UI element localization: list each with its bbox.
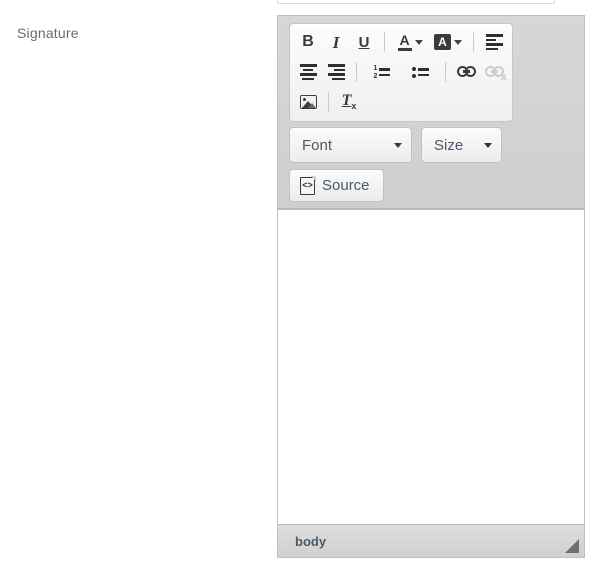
numbered-list-markers: 1 2 — [373, 64, 378, 80]
field-above-partial[interactable] — [277, 0, 555, 4]
bold-icon: B — [302, 33, 314, 50]
source-code-icon: <> — [300, 176, 316, 195]
align-center-button[interactable] — [294, 59, 322, 85]
underline-button[interactable]: U — [350, 29, 378, 55]
image-button[interactable] — [294, 89, 322, 115]
unlink-icon: x — [484, 66, 507, 83]
toolbar-combo-row: Font Size — [278, 127, 584, 163]
toolbar-source-row: <> Source — [278, 169, 584, 202]
toolbar-row-2: 1 2 x — [294, 57, 508, 87]
bulleted-list-icon — [411, 66, 429, 78]
unlink-button: x — [480, 59, 508, 85]
chevron-down-icon — [454, 39, 462, 45]
resize-grip-handle[interactable] — [565, 539, 579, 553]
toolbar-separator — [356, 62, 357, 82]
bold-button[interactable]: B — [294, 29, 322, 55]
background-color-icon: A — [434, 34, 451, 50]
editor-status-bar: body — [278, 525, 584, 557]
italic-button[interactable]: I — [322, 29, 350, 55]
toolbar-separator — [473, 32, 474, 52]
align-center-icon — [299, 64, 317, 80]
toolbar-separator — [328, 92, 329, 112]
element-path[interactable]: body — [295, 534, 326, 549]
link-button[interactable] — [452, 59, 480, 85]
align-left-button[interactable] — [480, 29, 508, 55]
toolbar-row-3: Tx — [294, 87, 508, 117]
rich-text-editor: B I U A A 1 2 x Tx Font Size <> Source b… — [277, 15, 585, 558]
text-color-icon: A — [397, 33, 412, 51]
toolbar-button-panel-row: B I U A A 1 2 x Tx — [278, 23, 584, 122]
underline-icon: U — [358, 33, 370, 51]
background-color-button[interactable]: A — [429, 29, 467, 55]
remove-format-icon: Tx — [341, 91, 357, 112]
chevron-down-icon — [414, 39, 423, 45]
editor-toolbar: B I U A A 1 2 x Tx Font Size <> Source — [278, 16, 584, 209]
link-icon — [456, 66, 476, 78]
toolbar-separator — [384, 32, 385, 52]
align-left-icon — [485, 34, 503, 50]
editor-content-area[interactable] — [278, 209, 584, 525]
font-dropdown-label: Font — [302, 136, 333, 154]
source-button[interactable]: <> Source — [289, 169, 384, 202]
source-button-label: Source — [322, 177, 370, 194]
numbered-list-icon: 1 2 — [373, 64, 391, 80]
size-dropdown[interactable]: Size — [421, 127, 502, 163]
font-dropdown[interactable]: Font — [289, 127, 412, 163]
bulleted-list-button[interactable] — [401, 59, 439, 85]
align-right-button[interactable] — [322, 59, 350, 85]
chevron-down-icon — [394, 142, 402, 148]
chevron-down-icon — [484, 142, 492, 148]
page-title: Signature — [17, 25, 79, 41]
numbered-list-button[interactable]: 1 2 — [363, 59, 401, 85]
image-icon — [299, 95, 317, 109]
toolbar-separator — [445, 62, 446, 82]
italic-icon: I — [332, 32, 340, 52]
align-right-icon — [327, 64, 345, 80]
size-dropdown-label: Size — [434, 136, 464, 154]
toolbar-row-1: B I U A A — [294, 27, 508, 57]
remove-format-button[interactable]: Tx — [335, 89, 363, 115]
toolbar-button-panel: B I U A A 1 2 x Tx — [289, 23, 513, 122]
text-color-button[interactable]: A — [391, 29, 429, 55]
